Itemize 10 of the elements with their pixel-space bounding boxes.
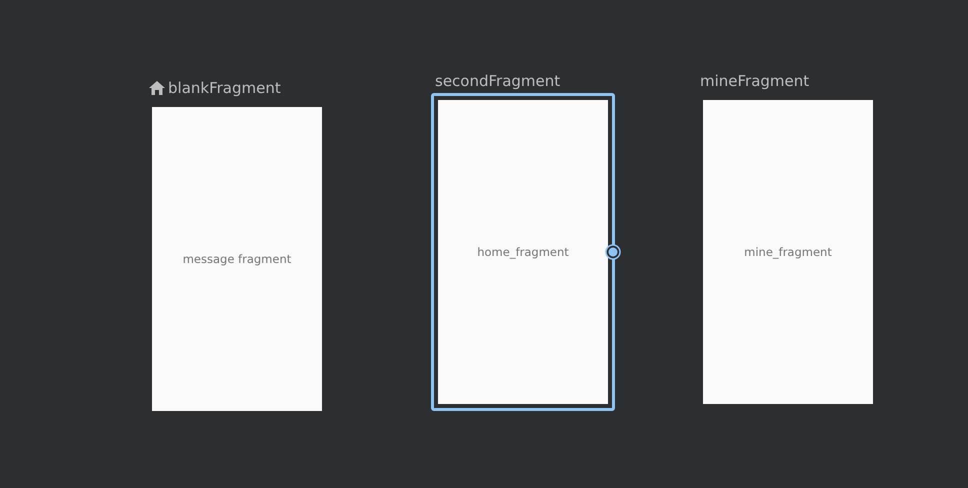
screen-preview[interactable]: message fragment [152, 107, 322, 411]
preview-text: mine_fragment [744, 245, 832, 259]
destination-label: secondFragment [435, 72, 560, 90]
preview-text: home_fragment [477, 245, 569, 259]
screen-preview[interactable]: mine_fragment [703, 100, 873, 404]
destination-label: mineFragment [700, 72, 810, 90]
action-handle[interactable] [605, 244, 621, 260]
destination-label: blankFragment [149, 79, 281, 97]
home-icon [149, 81, 165, 95]
preview-text: message fragment [182, 252, 292, 266]
